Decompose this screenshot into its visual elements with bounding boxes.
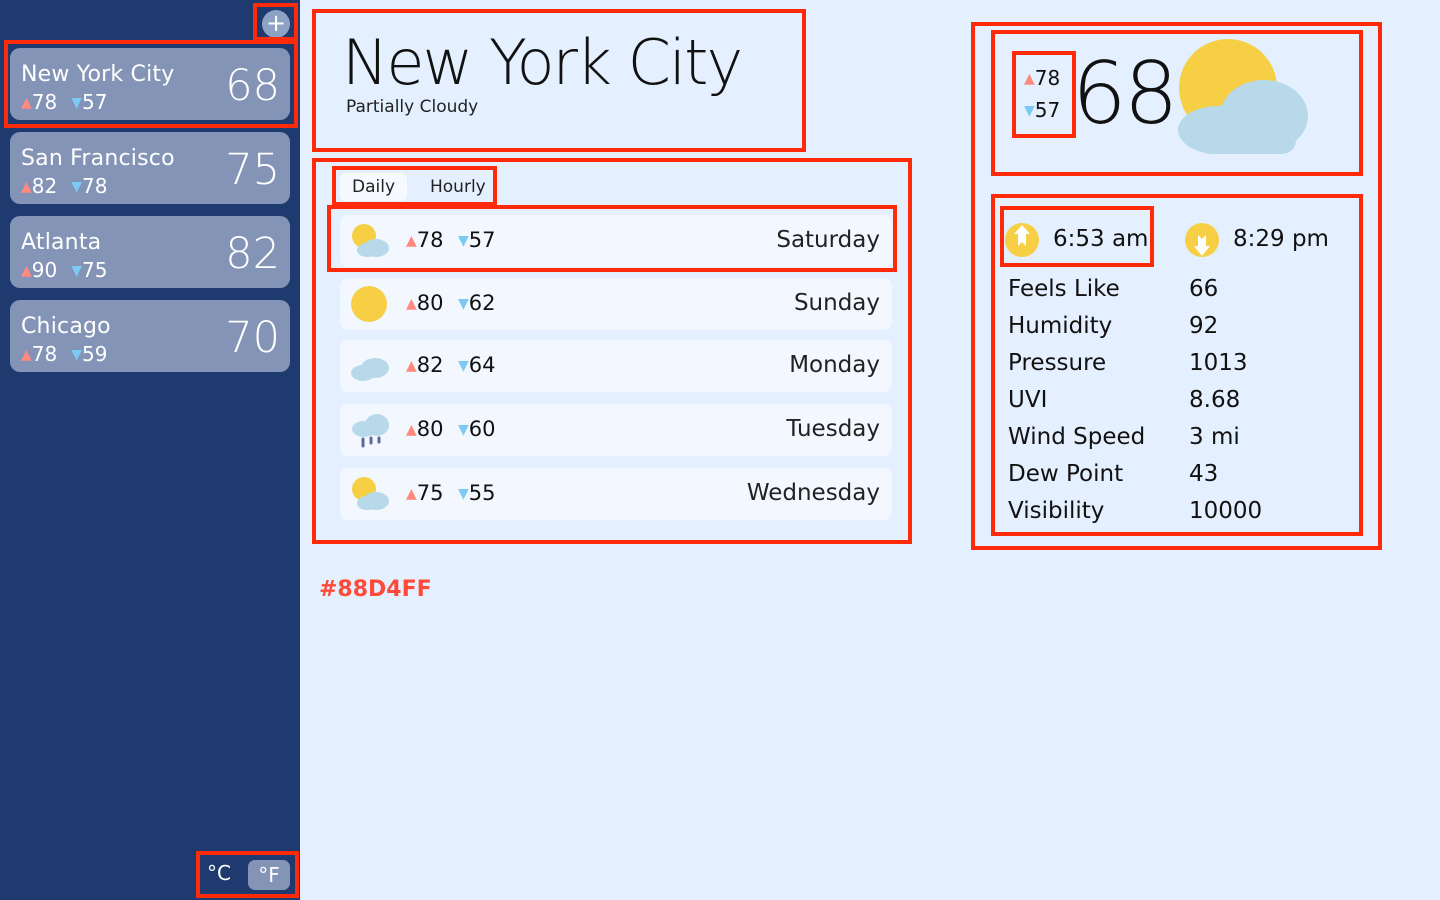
up-arrow-icon: ▲ bbox=[21, 95, 32, 111]
cloud-icon bbox=[351, 358, 389, 381]
down-arrow-icon: ▼ bbox=[458, 486, 469, 502]
partly-cloudy-icon bbox=[352, 477, 389, 510]
high-temp: ▲78 bbox=[406, 228, 444, 252]
low-temp: ▼57 bbox=[458, 228, 496, 252]
forecast-row-sunday[interactable]: ▲80 ▼62 Sunday bbox=[340, 278, 892, 330]
up-arrow-icon: ▲ bbox=[406, 422, 417, 438]
down-arrow-icon: ▼ bbox=[458, 358, 469, 374]
forecast-row-monday[interactable]: ▲82 ▼64 Monday bbox=[340, 340, 892, 392]
low-temp: ▼55 bbox=[458, 481, 496, 505]
current-high: ▲78 bbox=[1024, 66, 1061, 90]
up-arrow-icon: ▲ bbox=[406, 233, 417, 249]
partly-cloudy-icon bbox=[352, 224, 389, 257]
low-temp: ▼62 bbox=[458, 291, 496, 315]
high-temp: ▲75 bbox=[406, 481, 444, 505]
sun-icon bbox=[351, 286, 387, 322]
high-temp: ▲82 bbox=[406, 353, 444, 377]
city-temp: 70 bbox=[225, 313, 280, 363]
high-temp: ▲80 bbox=[406, 417, 444, 441]
detail-label-wind-speed: Wind Speed bbox=[1008, 424, 1146, 450]
current-low: ▼57 bbox=[1024, 98, 1061, 122]
down-arrow-icon: ▼ bbox=[71, 95, 83, 111]
city-range: ▲90 ▼75 bbox=[21, 258, 108, 282]
detail-label-uvi: UVI bbox=[1008, 387, 1048, 413]
city-temp: 68 bbox=[225, 61, 280, 111]
forecast-row-saturday[interactable]: ▲78 ▼57 Saturday bbox=[340, 215, 892, 267]
city-card-san-francisco[interactable]: San Francisco ▲82 ▼78 75 bbox=[10, 132, 290, 204]
down-arrow-icon: ▼ bbox=[71, 263, 83, 279]
down-arrow-icon: ▼ bbox=[458, 233, 469, 249]
city-temp: 82 bbox=[225, 229, 280, 279]
add-city-button[interactable]: + bbox=[262, 10, 290, 38]
low-temp: ▼64 bbox=[458, 353, 496, 377]
unit-toggle: °C °F bbox=[202, 858, 292, 892]
detail-label-feels-like: Feels Like bbox=[1008, 276, 1120, 302]
sunrise-icon bbox=[1005, 223, 1039, 257]
detail-value-uvi: 8.68 bbox=[1189, 387, 1241, 413]
detail-label-humidity: Humidity bbox=[1008, 313, 1113, 339]
detail-value-dew-point: 43 bbox=[1189, 461, 1219, 487]
down-arrow-icon: ▼ bbox=[71, 179, 83, 195]
forecast-row-tuesday[interactable]: ▲80 ▼60 Tuesday bbox=[340, 404, 892, 456]
detail-label-visibility: Visibility bbox=[1008, 498, 1105, 524]
up-arrow-icon: ▲ bbox=[21, 263, 32, 279]
up-arrow-icon: ▲ bbox=[406, 486, 417, 502]
day-name: Sunday bbox=[793, 290, 880, 316]
low-temp: ▼60 bbox=[458, 417, 496, 441]
up-arrow-icon: ▲ bbox=[1024, 71, 1035, 87]
down-arrow-icon: ▼ bbox=[458, 422, 469, 438]
day-name: Monday bbox=[789, 352, 880, 378]
down-arrow-icon: ▼ bbox=[458, 296, 469, 312]
detail-value-visibility: 10000 bbox=[1189, 498, 1263, 524]
forecast-row-wednesday[interactable]: ▲75 ▼55 Wednesday bbox=[340, 468, 892, 520]
city-range: ▲82 ▼78 bbox=[21, 174, 108, 198]
rain-icon bbox=[352, 414, 389, 448]
city-name: San Francisco bbox=[21, 146, 175, 171]
city-card-atlanta[interactable]: Atlanta ▲90 ▼75 82 bbox=[10, 216, 290, 288]
up-arrow-icon: ▲ bbox=[406, 296, 417, 312]
city-name: Atlanta bbox=[21, 230, 102, 255]
current-temp: 68 bbox=[1072, 44, 1178, 144]
condition-text: Partially Cloudy bbox=[346, 97, 479, 117]
city-card-chicago[interactable]: Chicago ▲78 ▼59 70 bbox=[10, 300, 290, 372]
detail-value-pressure: 1013 bbox=[1189, 350, 1248, 376]
day-name: Saturday bbox=[776, 227, 880, 253]
up-arrow-icon: ▲ bbox=[21, 179, 32, 195]
detail-label-dew-point: Dew Point bbox=[1008, 461, 1124, 487]
down-arrow-icon: ▼ bbox=[1024, 103, 1035, 119]
annotation-box bbox=[1012, 51, 1076, 138]
down-arrow-icon: ▼ bbox=[71, 347, 83, 363]
up-arrow-icon: ▲ bbox=[406, 358, 417, 374]
fahrenheit-button[interactable]: °F bbox=[248, 860, 290, 890]
sunrise-time: 6:53 am bbox=[1053, 226, 1149, 252]
day-name: Tuesday bbox=[786, 416, 880, 442]
city-name: Chicago bbox=[21, 314, 111, 339]
page-title: New York City bbox=[342, 26, 743, 99]
partly-cloudy-icon bbox=[1178, 39, 1308, 154]
sunset-icon bbox=[1185, 223, 1219, 257]
tab-hourly[interactable]: Hourly bbox=[418, 173, 498, 201]
city-name: New York City bbox=[21, 62, 175, 87]
celsius-button[interactable]: °C bbox=[207, 861, 231, 885]
sunset-time: 8:29 pm bbox=[1233, 226, 1329, 252]
detail-value-feels-like: 66 bbox=[1189, 276, 1219, 302]
high-temp: ▲80 bbox=[406, 291, 444, 315]
day-name: Wednesday bbox=[746, 480, 880, 506]
city-temp: 75 bbox=[225, 145, 280, 195]
detail-value-humidity: 92 bbox=[1189, 313, 1219, 339]
city-range: ▲78 ▼57 bbox=[21, 90, 108, 114]
detail-label-pressure: Pressure bbox=[1008, 350, 1107, 376]
city-sidebar: + New York City ▲78 ▼57 68 San Francisco … bbox=[0, 0, 300, 900]
city-card-new-york[interactable]: New York City ▲78 ▼57 68 bbox=[10, 48, 290, 120]
tab-daily[interactable]: Daily bbox=[340, 173, 408, 201]
up-arrow-icon: ▲ bbox=[21, 347, 32, 363]
detail-value-wind-speed: 3 mi bbox=[1189, 424, 1240, 450]
color-annotation-label: #88D4FF bbox=[319, 577, 432, 602]
forecast-tabs: Daily Hourly bbox=[338, 171, 490, 203]
city-range: ▲78 ▼59 bbox=[21, 342, 108, 366]
